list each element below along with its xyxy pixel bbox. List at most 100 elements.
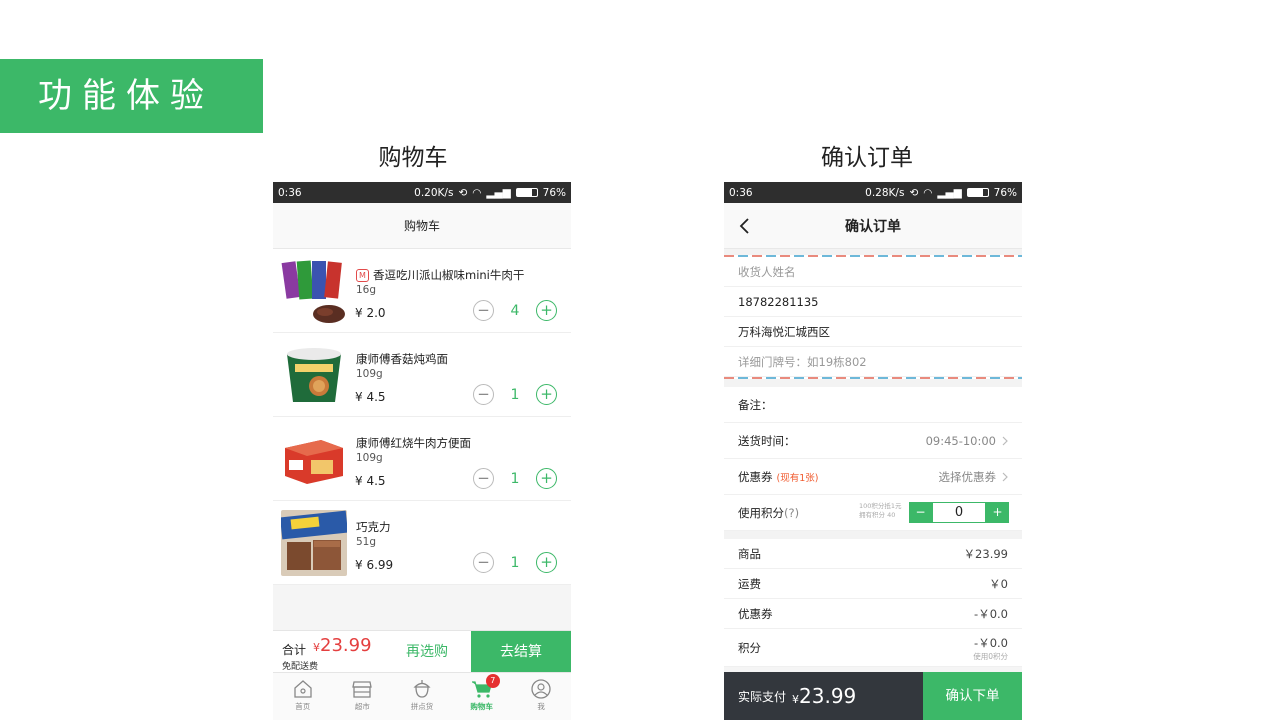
home-icon [294,680,312,698]
product-name: 巧克力 [356,519,391,535]
decrease-button[interactable]: − [473,552,494,573]
points-input[interactable]: 0 [932,502,986,523]
points-row: 使用积分 (?) 100积分抵1元 拥有积分 40 − 0 + [724,495,1022,531]
increase-button[interactable]: + [536,468,557,489]
chevron-right-icon [1002,472,1008,481]
quantity-value: 1 [510,386,520,403]
phone-field[interactable]: 18782281135 [724,287,1022,317]
currency-symbol: ¥ [792,693,800,706]
tab-label: 拼点货 [410,702,434,711]
quantity-value: 1 [510,554,520,571]
cart-count-badge: 7 [485,674,500,688]
vibrate-icon: ⟲ [458,186,468,199]
actual-payment-amount: ¥23.99 [792,684,856,708]
product-price: ¥ 6.99 [355,558,394,572]
quantity-stepper: − 1 + [473,468,557,489]
battery-icon [515,188,538,197]
free-shipping-note: 免配送费 [282,662,319,672]
decrease-button[interactable]: − [473,468,494,489]
continue-shopping-button[interactable]: 再选购 [383,631,471,672]
points-help-link[interactable]: (?) [784,506,799,520]
cart-appbar: 购物车 [273,203,571,249]
increase-button[interactable]: + [536,300,557,321]
spacer [724,531,1022,539]
tab-home[interactable]: 首页 [273,673,333,720]
recipient-name-field[interactable]: 收货人姓名 [724,257,1022,287]
product-image-noodle-box[interactable] [281,426,347,492]
cart-item[interactable]: M 香逗吃川派山椒味mini牛肉干 16g ¥ 2.0 − 4 + [273,249,571,333]
coupon-label: 优惠券 [738,469,773,484]
checkout-bar: 合计 ¥23.99 免配送费 再选购 去结算 [273,630,571,672]
tab-me[interactable]: 我 [511,673,571,720]
address-detail-field[interactable]: 详细门牌号：如19栋802 [724,347,1022,377]
product-weight: 16g [356,284,377,296]
order-appbar: 确认订单 [724,203,1022,249]
product-price: ¥ 4.5 [355,390,386,404]
tab-market[interactable]: 超市 [333,673,393,720]
decrease-button[interactable]: − [473,384,494,405]
quantity-stepper: − 4 + [473,300,557,321]
remark-label: 备注： [738,397,773,412]
product-weight: 109g [356,452,383,464]
currency-symbol: ¥ [313,641,320,654]
summary-goods-row: 商品 ￥23.99 [724,539,1022,569]
total-block: 合计 ¥23.99 免配送费 [273,631,383,672]
status-battery: 76% [542,186,566,199]
delivery-value: 09:45-10:00 [925,433,996,448]
total-amount: 23.99 [320,635,372,656]
back-arrow-icon[interactable] [738,216,752,236]
product-image-beef-jerky[interactable] [281,258,347,324]
delivery-time-row[interactable]: 送货时间： 09:45-10:00 [724,423,1022,459]
product-image-chocolate[interactable] [281,510,347,576]
bottom-tab-bar: 首页 超市 拼点货 7 购物车 我 [273,672,571,720]
status-speed: 0.28K/s [865,186,905,199]
mall-badge-icon: M [356,268,369,282]
order-phone-screen: 0:36 0.28K/s ⟲ ◠ ▂▄▆ 76% 确认订单 收货人姓名 1878… [724,182,1022,720]
tab-label: 购物车 [470,702,493,711]
cart-item[interactable]: 康师傅红烧牛肉方便面 109g ¥ 4.5 − 1 + [273,417,571,501]
caption-order: 确认订单 [821,145,913,171]
cart-item[interactable]: 巧克力 51g ¥ 6.99 − 1 + [273,501,571,585]
product-name-text: 香逗吃川派山椒味mini牛肉干 [373,268,525,282]
product-name-text: 康师傅香菇炖鸡面 [356,352,448,366]
delivery-label: 送货时间： [738,433,796,448]
status-time: 0:36 [278,186,302,199]
checkout-button[interactable]: 去结算 [471,631,571,672]
points-decrease-button[interactable]: − [909,502,932,523]
battery-icon [966,188,989,197]
coupon-row[interactable]: 优惠券 (现有1张) 选择优惠券 [724,459,1022,495]
increase-button[interactable]: + [536,384,557,405]
area-field[interactable]: 万科海悦汇城西区 [724,317,1022,347]
points-stepper: − 0 + [909,502,1009,523]
points-label: 使用积分 [738,505,784,520]
signal-icon: ▂▄▆ [486,186,511,199]
product-image-noodle-cup[interactable] [281,342,347,408]
user-icon [531,679,551,699]
store-icon [352,681,373,698]
phone-value: 18782281135 [738,294,819,309]
slide: 功能体验 购物车 确认订单 0:36 0.20K/s ⟲ ◠ ▂▄▆ 76% 购… [0,0,1280,720]
summary-label: 运费 [738,576,761,591]
submit-order-button[interactable]: 确认下单 [923,672,1022,720]
points-increase-button[interactable]: + [986,502,1009,523]
status-time: 0:36 [729,186,753,199]
decrease-button[interactable]: − [473,300,494,321]
tab-label: 超市 [354,702,370,711]
product-name: 康师傅红烧牛肉方便面 [356,435,471,451]
product-name-text: 巧克力 [356,520,391,534]
tab-group-buy[interactable]: 拼点货 [392,673,452,720]
page-title: 购物车 [403,219,440,233]
summary-coupon-row: 优惠券 -￥0.0 [724,599,1022,629]
signal-icon: ▂▄▆ [937,186,962,199]
caption-cart: 购物车 [378,145,448,171]
points-note: 100积分抵1元 拥有积分 40 [859,502,902,520]
status-speed: 0.20K/s [414,186,454,199]
product-name-text: 康师傅红烧牛肉方便面 [356,436,471,450]
chevron-right-icon [1002,436,1008,445]
remark-field[interactable]: 备注： [724,387,1022,423]
increase-button[interactable]: + [536,552,557,573]
cart-item[interactable]: 康师傅香菇炖鸡面 109g ¥ 4.5 − 1 + [273,333,571,417]
product-weight: 51g [356,536,377,548]
total-price: ¥23.99 [313,635,372,656]
tab-cart[interactable]: 7 购物车 [452,673,512,720]
